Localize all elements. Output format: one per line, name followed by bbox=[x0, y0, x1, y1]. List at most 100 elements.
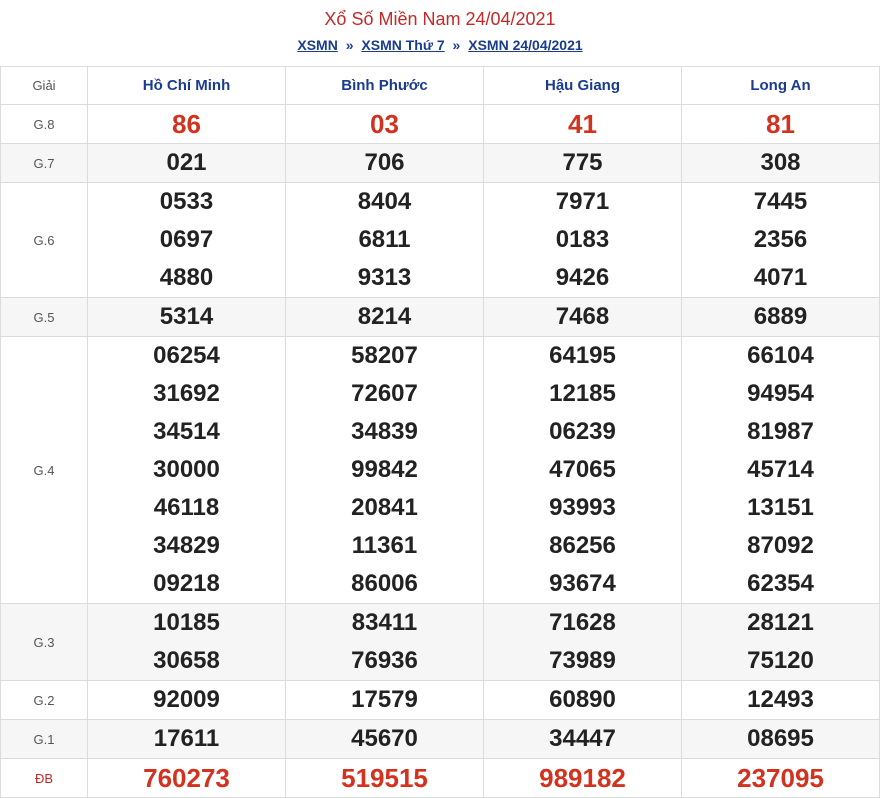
prize-number: 09218 bbox=[153, 570, 220, 597]
prize-number: 10185 bbox=[153, 609, 220, 636]
prize-label: G.1 bbox=[0, 719, 88, 759]
results-body: G.8 86 03 41 81 G.7 021 706 775 308 G.6 0533 0697 488… bbox=[0, 104, 880, 798]
prize-row: G.4 06254 31692 34514 30000 46118 34829 09218 58… bbox=[0, 336, 880, 604]
prize-label: G.3 bbox=[0, 603, 88, 681]
prize-number: 45670 bbox=[351, 725, 418, 752]
prize-number: 4880 bbox=[159, 264, 214, 291]
prize-number: 17579 bbox=[351, 686, 418, 713]
prize-row: G.7 021 706 775 308 bbox=[0, 143, 880, 183]
prize-label: G.8 bbox=[0, 104, 88, 144]
prize-number: 2356 bbox=[753, 226, 808, 253]
prize-number: 62354 bbox=[747, 570, 814, 597]
prize-cell: 8214 bbox=[285, 297, 484, 337]
prize-number: 87092 bbox=[747, 532, 814, 559]
prize-number: 34514 bbox=[153, 418, 220, 445]
prize-label: G.5 bbox=[0, 297, 88, 337]
prize-number: 66104 bbox=[747, 342, 814, 369]
prize-number: 41 bbox=[568, 109, 597, 139]
breadcrumb-link-xsmn[interactable]: XSMN bbox=[297, 37, 337, 53]
province-header-hau-giang: Hậu Giang bbox=[483, 66, 682, 105]
results-table: Giải Hồ Chí Minh Bình Phước Hậu Giang Lo… bbox=[0, 66, 880, 798]
prize-number: 08695 bbox=[747, 725, 814, 752]
prize-number: 31692 bbox=[153, 380, 220, 407]
prize-label: G.4 bbox=[0, 336, 88, 604]
prize-number: 237095 bbox=[737, 763, 824, 793]
prize-cell: 86 bbox=[87, 104, 286, 144]
prize-label: G.7 bbox=[0, 143, 88, 183]
prize-number: 13151 bbox=[747, 494, 814, 521]
prize-row: G.2 92009 17579 60890 12493 bbox=[0, 680, 880, 720]
prize-cell: 03 bbox=[285, 104, 484, 144]
prize-cell: 64195 12185 06239 47065 93993 86256 93674 bbox=[483, 336, 682, 604]
prize-number: 12185 bbox=[549, 380, 616, 407]
prize-cell: 06254 31692 34514 30000 46118 34829 09218 bbox=[87, 336, 286, 604]
table-header-row: Giải Hồ Chí Minh Bình Phước Hậu Giang Lo… bbox=[0, 66, 880, 105]
page-title: Xổ Số Miền Nam 24/04/2021 bbox=[324, 9, 556, 29]
prize-cell: 6889 bbox=[681, 297, 880, 337]
prize-cell: 66104 94954 81987 45714 13151 87092 62354 bbox=[681, 336, 880, 604]
prize-number: 8404 bbox=[357, 188, 412, 215]
prize-number: 12493 bbox=[747, 686, 814, 713]
prize-number: 47065 bbox=[549, 456, 616, 483]
prize-cell: 28121 75120 bbox=[681, 603, 880, 681]
prize-number: 30000 bbox=[153, 456, 220, 483]
prize-row: G.5 5314 8214 7468 6889 bbox=[0, 297, 880, 337]
prize-number: 20841 bbox=[351, 494, 418, 521]
breadcrumb-separator: » bbox=[452, 37, 461, 53]
breadcrumb-link-xsmn-date[interactable]: XSMN 24/04/2021 bbox=[468, 37, 582, 53]
prize-number: 86 bbox=[172, 109, 201, 139]
prize-number: 7468 bbox=[555, 303, 610, 330]
prize-cell: 60890 bbox=[483, 680, 682, 720]
breadcrumb-separator: » bbox=[345, 37, 354, 53]
prize-cell: 5314 bbox=[87, 297, 286, 337]
prize-number: 93993 bbox=[549, 494, 616, 521]
prize-row: G.1 17611 45670 34447 08695 bbox=[0, 719, 880, 759]
prize-number: 03 bbox=[370, 109, 399, 139]
prize-number: 6811 bbox=[358, 226, 411, 253]
prize-number: 11361 bbox=[351, 532, 418, 559]
prize-number: 5314 bbox=[159, 303, 214, 330]
prize-number: 60890 bbox=[549, 686, 616, 713]
prize-number: 7445 bbox=[753, 188, 808, 215]
prize-number: 64195 bbox=[549, 342, 616, 369]
prize-cell: 775 bbox=[483, 143, 682, 183]
prize-number: 86006 bbox=[351, 570, 418, 597]
prize-number: 0533 bbox=[159, 188, 214, 215]
prize-cell: 17611 bbox=[87, 719, 286, 759]
prize-number: 9426 bbox=[555, 264, 610, 291]
prize-number: 706 bbox=[364, 149, 405, 176]
prize-number: 45714 bbox=[747, 456, 814, 483]
prize-number: 73989 bbox=[549, 647, 616, 674]
prize-number: 58207 bbox=[351, 342, 418, 369]
prize-number: 760273 bbox=[143, 763, 230, 793]
prize-cell: 17579 bbox=[285, 680, 484, 720]
prize-cell: 8404 6811 9313 bbox=[285, 182, 484, 298]
prize-number: 94954 bbox=[747, 380, 814, 407]
prize-number: 76936 bbox=[351, 647, 418, 674]
prize-cell: 58207 72607 34839 99842 20841 11361 86006 bbox=[285, 336, 484, 604]
province-header-long-an: Long An bbox=[681, 66, 880, 105]
prize-label: G.6 bbox=[0, 182, 88, 298]
prize-cell: 10185 30658 bbox=[87, 603, 286, 681]
prize-number: 8214 bbox=[357, 303, 412, 330]
prize-cell: 71628 73989 bbox=[483, 603, 682, 681]
prize-cell: 34447 bbox=[483, 719, 682, 759]
prize-cell: 83411 76936 bbox=[285, 603, 484, 681]
prize-cell: 45670 bbox=[285, 719, 484, 759]
prize-cell: 7445 2356 4071 bbox=[681, 182, 880, 298]
prize-number: 99842 bbox=[351, 456, 418, 483]
prize-row: G.8 86 03 41 81 bbox=[0, 104, 880, 144]
prize-number: 34447 bbox=[549, 725, 616, 752]
breadcrumb-link-xsmn-thu7[interactable]: XSMN Thứ 7 bbox=[361, 37, 444, 53]
prize-number: 0697 bbox=[159, 226, 214, 253]
prize-number: 30658 bbox=[153, 647, 220, 674]
prize-row: G.3 10185 30658 83411 76936 71628 73989 28121 75… bbox=[0, 603, 880, 681]
breadcrumb: XSMN » XSMN Thứ 7 » XSMN 24/04/2021 bbox=[0, 36, 880, 54]
prize-row: G.6 0533 0697 4880 8404 6811 9313 7971 0183 9426 7… bbox=[0, 182, 880, 298]
prize-number: 989182 bbox=[539, 763, 626, 793]
prize-cell: 7468 bbox=[483, 297, 682, 337]
prize-number: 71628 bbox=[549, 609, 616, 636]
prize-label: G.2 bbox=[0, 680, 88, 720]
prize-number: 4071 bbox=[753, 264, 808, 291]
prize-column-header: Giải bbox=[0, 66, 88, 105]
